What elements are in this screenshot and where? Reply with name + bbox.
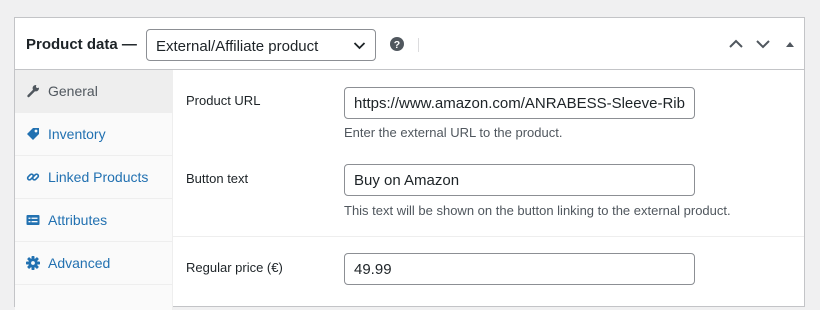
product-type-select[interactable]: External/Affiliate product [146,29,376,61]
regular-price-label: Regular price (€) [186,260,283,275]
product-url-value: https://www.amazon.com/ANRABESS-Sleeve-R… [354,95,685,112]
tab-label: Linked Products [48,169,149,185]
regular-price-input[interactable]: 49.99 [344,253,695,285]
product-data-header: Product data — External/Affiliate produc… [15,18,804,70]
move-down-icon[interactable] [755,38,771,50]
tab-linked-products[interactable]: Linked Products [15,156,172,199]
button-text-input[interactable]: Buy on Amazon [344,164,695,196]
product-data-tabs: General Inventory Linked Products Attrib… [15,70,173,310]
product-url-description: Enter the external URL to the product. [344,125,563,140]
gear-icon [26,256,40,270]
list-view-icon [26,215,40,225]
tag-icon [27,128,39,140]
tab-label: Advanced [48,255,111,271]
product-type-value: External/Affiliate product [156,38,319,55]
regular-price-value: 49.99 [354,261,392,278]
wrench-icon [27,84,40,98]
panel-title: Product data — [26,36,137,53]
tab-label: General [48,83,98,99]
tab-attributes[interactable]: Attributes [15,199,172,242]
product-data-panel: Product data — External/Affiliate produc… [14,17,805,310]
tab-general[interactable]: General [15,70,172,113]
product-url-label: Product URL [186,93,261,108]
button-text-label: Button text [186,171,249,186]
svg-text:?: ? [394,39,400,51]
button-text-description: This text will be shown on the button li… [344,203,731,218]
tab-advanced[interactable]: Advanced [15,242,172,285]
move-up-icon[interactable] [728,38,744,50]
tab-label: Inventory [48,126,106,142]
tab-label: Attributes [48,212,108,228]
collapse-toggle-icon[interactable] [785,40,795,48]
tab-inventory[interactable]: Inventory [15,113,172,156]
header-divider [418,38,419,52]
button-text-value: Buy on Amazon [354,172,460,189]
section-divider [173,236,804,237]
help-icon[interactable]: ? [390,37,404,51]
chevron-down-icon [353,42,366,50]
link-icon [26,173,40,181]
product-url-input[interactable]: https://www.amazon.com/ANRABESS-Sleeve-R… [344,87,695,119]
